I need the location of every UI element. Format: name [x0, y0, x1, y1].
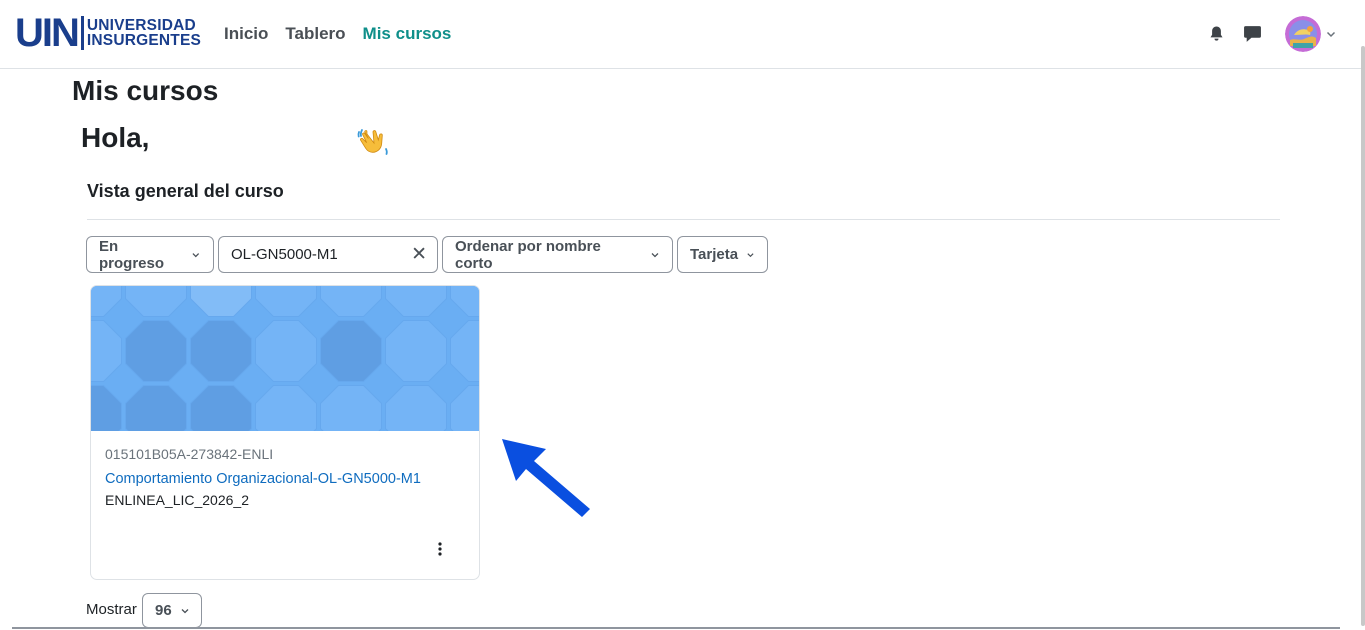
greeting: Hola, — [81, 122, 150, 153]
chevron-down-icon — [747, 252, 754, 257]
course-image[interactable] — [91, 286, 480, 431]
top-navbar: UIN UNIVERSIDAD INSURGENTES Inicio Table… — [0, 0, 1365, 69]
logo-line-2: INSURGENTES — [86, 32, 202, 49]
nav-inicio[interactable]: Inicio — [224, 24, 268, 44]
clear-search-icon[interactable]: ✕ — [411, 245, 427, 264]
primary-navigation: Inicio Tablero Mis cursos — [224, 24, 451, 44]
course-name-link[interactable]: Comportamiento Organizacional-OL-GN5000-… — [105, 471, 421, 487]
pointer-arrow-annotation — [502, 439, 590, 517]
messages-button[interactable] — [1239, 17, 1265, 51]
progress-filter-dropdown[interactable]: En progreso — [86, 236, 214, 273]
nav-mis-cursos[interactable]: Mis cursos — [363, 24, 452, 44]
course-category: ENLINEA_LIC_2026_2 — [105, 492, 249, 508]
notifications-button[interactable] — [1203, 17, 1229, 51]
logo-line-1: UNIVERSIDAD — [86, 17, 196, 34]
chevron-down-icon — [651, 252, 659, 257]
chevron-down-icon[interactable] — [1325, 28, 1337, 40]
view-mode-label: Tarjeta — [690, 246, 739, 263]
view-mode-dropdown[interactable]: Tarjeta — [677, 236, 768, 273]
per-page-value: 96 — [155, 602, 172, 619]
progress-filter-label: En progreso — [99, 237, 165, 272]
page-title: Mis cursos — [72, 75, 219, 106]
search-input[interactable] — [231, 246, 401, 263]
user-avatar[interactable] — [1285, 16, 1321, 52]
per-page-dropdown[interactable]: 96 — [142, 593, 202, 628]
waving-hand-icon — [357, 129, 388, 155]
sort-label: Ordenar por nombre corto — [455, 237, 601, 272]
course-card-body: 015101B05A-273842-ENLI Comportamiento Or… — [105, 446, 421, 508]
university-logo[interactable]: UIN UNIVERSIDAD INSURGENTES — [15, 11, 202, 55]
chevron-down-icon — [192, 252, 200, 257]
chevron-down-icon — [181, 608, 189, 613]
section-divider — [87, 219, 1280, 220]
logo-text: UNIVERSIDAD INSURGENTES — [86, 17, 202, 49]
course-overview-title: Vista general del curso — [87, 181, 284, 201]
bottom-border — [12, 627, 1340, 629]
course-actions-button[interactable] — [431, 539, 449, 559]
course-code: 015101B05A-273842-ENLI — [105, 446, 274, 462]
show-per-page-label: Mostrar — [86, 601, 137, 618]
logo-divider — [80, 16, 84, 50]
page-scrollbar[interactable] — [1361, 46, 1365, 626]
user-controls — [1203, 16, 1337, 52]
sort-dropdown[interactable]: Ordenar por nombre corto — [442, 236, 673, 273]
nav-tablero[interactable]: Tablero — [285, 24, 345, 44]
chat-icon — [1243, 26, 1261, 42]
course-search-field: ✕ — [218, 236, 438, 273]
more-vertical-icon — [438, 542, 442, 556]
bell-icon — [1210, 26, 1222, 41]
avatar-image — [1285, 16, 1321, 52]
course-card: 015101B05A-273842-ENLI Comportamiento Or… — [90, 285, 480, 580]
logo-short: UIN — [15, 11, 80, 55]
